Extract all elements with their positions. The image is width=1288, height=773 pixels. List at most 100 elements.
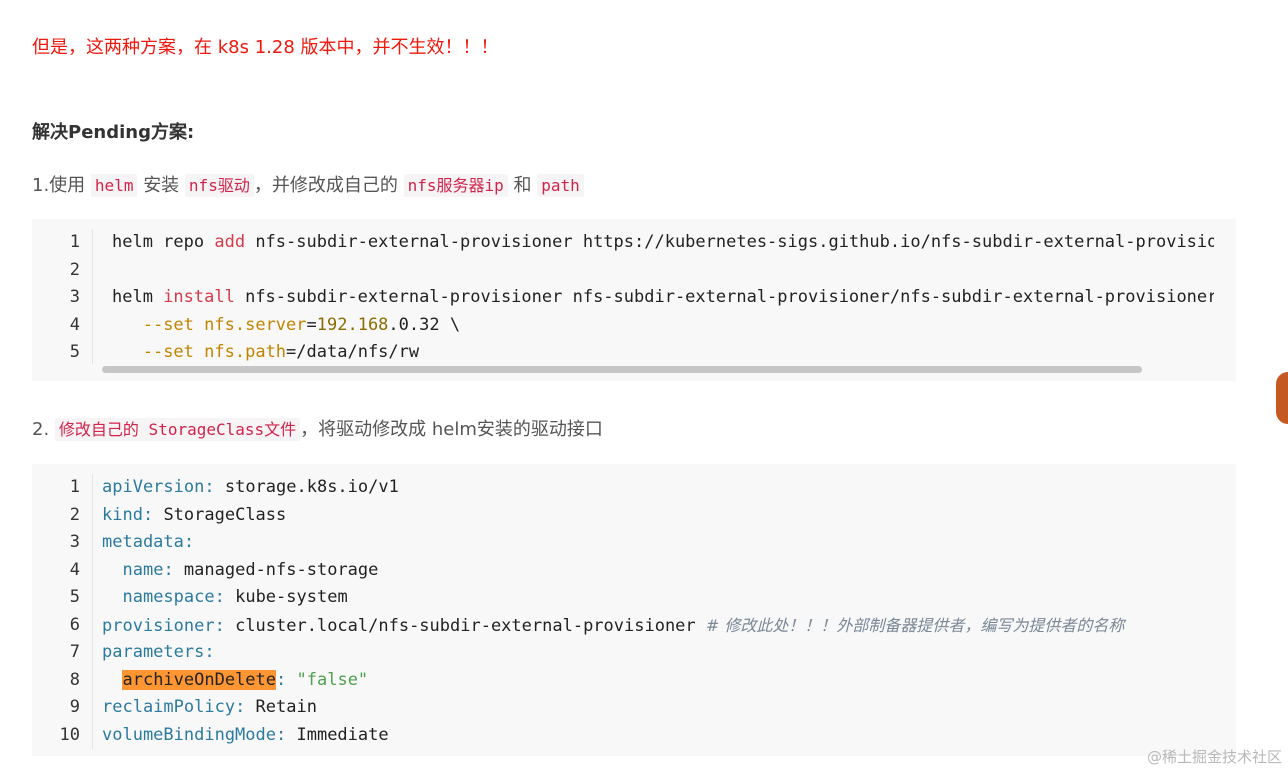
line-number: 1	[69, 477, 80, 497]
line-number: 7	[69, 642, 80, 662]
yaml-key: reclaimPolicy	[102, 697, 236, 717]
yaml-colon: :	[204, 642, 215, 662]
yaml-key: name	[122, 559, 164, 580]
code-line: reclaimPolicy: Retain	[102, 694, 1222, 722]
line-number: 5	[69, 342, 80, 362]
yaml-value: Immediate	[286, 724, 389, 745]
yaml-comment: # 修改此处！！！外部制备器提供者，编写为提供者的名称	[705, 615, 1125, 635]
code-token: helm	[112, 287, 164, 307]
line-number: 5	[69, 587, 80, 607]
yaml-key: apiVersion	[102, 477, 205, 497]
horizontal-scrollbar[interactable]	[102, 366, 1142, 373]
code-option: nfs.path	[204, 342, 287, 362]
step-2-prefix: 2.	[32, 419, 50, 440]
yaml-colon: :	[183, 532, 195, 552]
code-token: =	[286, 342, 297, 362]
line-number-gutter: 1 2 3 4 5 6 7 8 9 10	[32, 474, 93, 749]
inline-code-nfs-server-ip: nfs服务器ip	[403, 174, 508, 197]
yaml-colon: :	[276, 669, 287, 690]
yaml-colon: :	[214, 587, 225, 607]
line-number: 6	[69, 614, 80, 635]
step-2-text: ，将驱动修改成 helm安装的驱动接口	[300, 419, 603, 440]
code-token: nfs-subdir-external-provisioner https://…	[245, 232, 1214, 252]
code-line: archiveOnDelete: "false"	[102, 667, 1222, 695]
yaml-key: namespace	[122, 587, 215, 607]
inline-code-path: path	[537, 174, 584, 197]
code-line: volumeBindingMode: Immediate	[102, 722, 1222, 750]
code-line: kind: StorageClass	[102, 502, 1222, 530]
yaml-colon: :	[204, 477, 215, 497]
code-keyword: install	[163, 287, 235, 307]
yaml-string: "false"	[296, 669, 369, 690]
code-token: nfs-subdir-external-provisioner nfs-subd…	[234, 287, 1214, 307]
code-line: --set nfs.path=/data/nfs/rw	[112, 339, 1214, 367]
inline-code-nfs-driver: nfs驱动	[184, 174, 254, 197]
line-number: 4	[69, 559, 80, 580]
yaml-colon: :	[276, 724, 287, 745]
yaml-colon: :	[235, 697, 246, 717]
inline-code-storageclass: 修改自己的 StorageClass文件	[54, 418, 301, 441]
yaml-key: metadata	[102, 532, 184, 552]
line-number-gutter: 1 2 3 4 5	[32, 229, 93, 364]
code-lines: apiVersion: storage.k8s.io/v1 kind: Stor…	[102, 474, 1222, 749]
yaml-key: kind	[102, 504, 143, 525]
code-line: apiVersion: storage.k8s.io/v1	[102, 474, 1222, 502]
yaml-value: cluster.local/nfs-subdir-external-provis…	[224, 615, 706, 636]
line-number: 3	[69, 287, 80, 307]
code-block-storageclass-yaml[interactable]: 1 2 3 4 5 6 7 8 9 10 apiVersion: storage…	[32, 464, 1236, 756]
line-number: 9	[69, 697, 80, 717]
line-number: 3	[69, 532, 80, 552]
yaml-colon: :	[214, 615, 225, 636]
watermark: @稀土掘金技术社区	[1146, 748, 1282, 766]
yaml-key: provisioner	[102, 615, 215, 636]
yaml-value: Retain	[245, 697, 317, 717]
warning-text: 但是，这两种方案，在 k8s 1.28 版本中，并不生效！！！	[32, 37, 499, 58]
line-number: 2	[69, 504, 80, 525]
step-1-paragraph: 1.使用 helm 安装 nfs驱动 ，并修改成自己的 nfs服务器ip 和 pa…	[32, 171, 584, 197]
yaml-colon: :	[142, 504, 154, 525]
line-number: 10	[59, 724, 80, 745]
code-option: --set	[142, 342, 194, 362]
yaml-value: kube-system	[224, 587, 348, 607]
code-line: namespace: kube-system	[102, 584, 1222, 612]
step-1-text: ，并修改成自己的	[253, 175, 398, 196]
yaml-key: parameters	[102, 642, 205, 662]
code-token: helm repo	[112, 232, 215, 252]
step-2-paragraph: 2. 修改自己的 StorageClass文件 ，将驱动修改成 helm安装的驱动…	[32, 415, 603, 441]
article-content: 但是，这两种方案，在 k8s 1.28 版本中，并不生效！！！ 解决Pendin…	[0, 0, 1288, 773]
code-line: parameters:	[102, 639, 1222, 667]
code-number: 192.168	[316, 314, 389, 335]
step-1-text: 和	[513, 175, 532, 196]
floating-mascot-icon[interactable]	[1276, 372, 1288, 424]
code-token: =	[306, 314, 317, 335]
code-option: nfs.server	[204, 314, 307, 335]
yaml-value: StorageClass	[153, 504, 287, 525]
step-1-text: 安装	[143, 175, 180, 196]
code-option: --set	[142, 314, 194, 335]
yaml-key: volumeBindingMode	[102, 724, 276, 745]
code-line: helm install nfs-subdir-external-provisi…	[112, 284, 1214, 312]
code-lines: helm repo add nfs-subdir-external-provis…	[112, 229, 1214, 367]
code-block-helm[interactable]: 1 2 3 4 5 helm repo add nfs-subdir-exter…	[32, 219, 1236, 381]
line-number: 2	[69, 259, 80, 280]
code-line: provisioner: cluster.local/nfs-subdir-ex…	[102, 612, 1222, 640]
step-1-prefix: 1.使用	[32, 175, 86, 196]
section-heading: 解决Pending方案:	[32, 122, 195, 143]
inline-code-helm: helm	[90, 174, 138, 197]
code-line: helm repo add nfs-subdir-external-provis…	[112, 229, 1214, 257]
code-line: --set nfs.server=192.168.0.32 \	[112, 312, 1214, 340]
highlighted-search-match: archiveOnDelete	[122, 669, 277, 690]
yaml-value: storage.k8s.io/v1	[214, 477, 399, 497]
line-number: 4	[69, 314, 80, 335]
code-line: name: managed-nfs-storage	[102, 557, 1222, 585]
line-number: 8	[69, 669, 80, 690]
